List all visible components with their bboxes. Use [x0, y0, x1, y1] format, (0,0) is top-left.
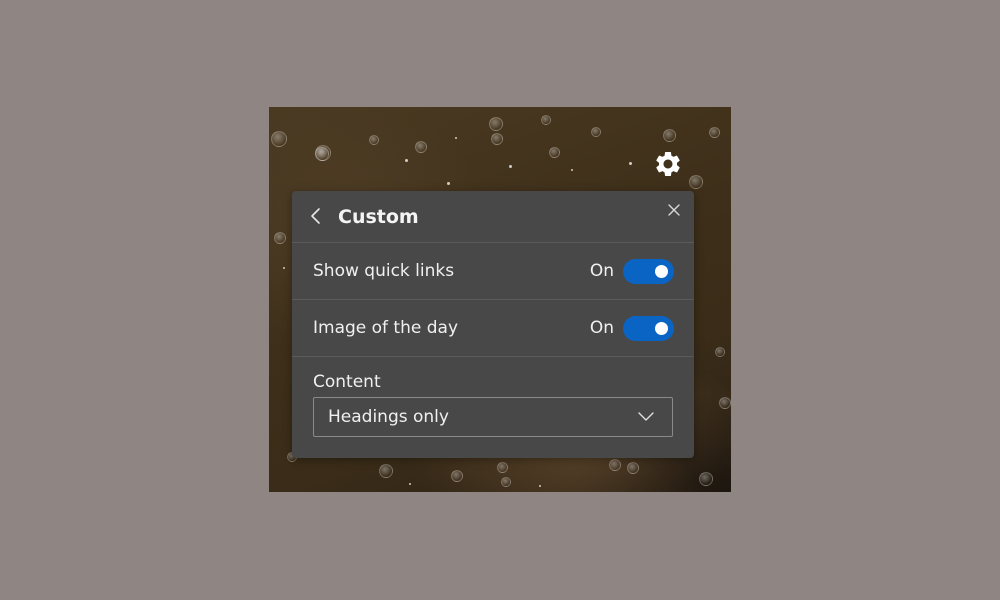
sparkle-decoration	[405, 159, 408, 162]
bubble-decoration	[369, 135, 379, 145]
content-label: Content	[313, 372, 381, 392]
bubble-decoration	[415, 141, 427, 153]
sparkle-decoration	[447, 182, 450, 185]
sparkle-decoration	[571, 169, 573, 171]
bubble-decoration	[271, 131, 287, 147]
content-dropdown-value: Headings only	[328, 407, 449, 427]
bubble-decoration	[489, 117, 503, 131]
bubble-decoration	[541, 115, 551, 125]
setting-row-image-of-the-day: Image of the day On	[292, 300, 694, 357]
bubble-decoration	[591, 127, 601, 137]
bubble-decoration	[379, 464, 393, 478]
chevron-down-icon	[638, 412, 654, 421]
sparkle-decoration	[509, 165, 512, 168]
bubble-decoration	[501, 477, 511, 487]
bubble-decoration	[274, 232, 286, 244]
close-icon[interactable]	[666, 202, 682, 218]
toggle-knob	[655, 322, 668, 335]
panel-title: Custom	[338, 206, 419, 228]
setting-row-show-quick-links: Show quick links On	[292, 243, 694, 300]
image-of-the-day-toggle[interactable]	[623, 316, 674, 341]
setting-label: Image of the day	[313, 318, 459, 338]
sparkle-decoration	[455, 137, 457, 139]
bubble-decoration	[715, 347, 725, 357]
bubble-decoration	[549, 147, 560, 158]
gear-icon[interactable]	[653, 149, 683, 179]
content-section: Content Headings only	[292, 357, 694, 457]
chevron-left-icon[interactable]	[306, 205, 326, 227]
content-dropdown[interactable]: Headings only	[313, 397, 673, 437]
bubble-decoration	[709, 127, 720, 138]
bubble-decoration	[627, 462, 639, 474]
bubble-decoration	[689, 175, 703, 189]
show-quick-links-toggle[interactable]	[623, 259, 674, 284]
custom-settings-panel: Custom Show quick links On Image of the …	[292, 191, 694, 458]
bubble-decoration	[609, 459, 621, 471]
panel-header: Custom	[292, 191, 694, 243]
sparkle-decoration	[283, 267, 285, 269]
sparkle-decoration	[409, 483, 411, 485]
setting-label: Show quick links	[313, 261, 455, 281]
bubble-decoration	[699, 472, 713, 486]
sparkle-decoration	[539, 485, 541, 487]
bubble-decoration	[491, 133, 503, 145]
sparkle-decoration	[629, 162, 632, 165]
toggle-knob	[655, 265, 668, 278]
background-image: Custom Show quick links On Image of the …	[269, 107, 731, 492]
toggle-state-text: On	[589, 318, 614, 338]
bubble-decoration	[451, 470, 463, 482]
bubble-decoration	[719, 397, 731, 409]
bubble-decoration	[315, 145, 331, 161]
bubble-decoration	[663, 129, 676, 142]
bubble-decoration	[497, 462, 508, 473]
toggle-state-text: On	[589, 261, 614, 281]
